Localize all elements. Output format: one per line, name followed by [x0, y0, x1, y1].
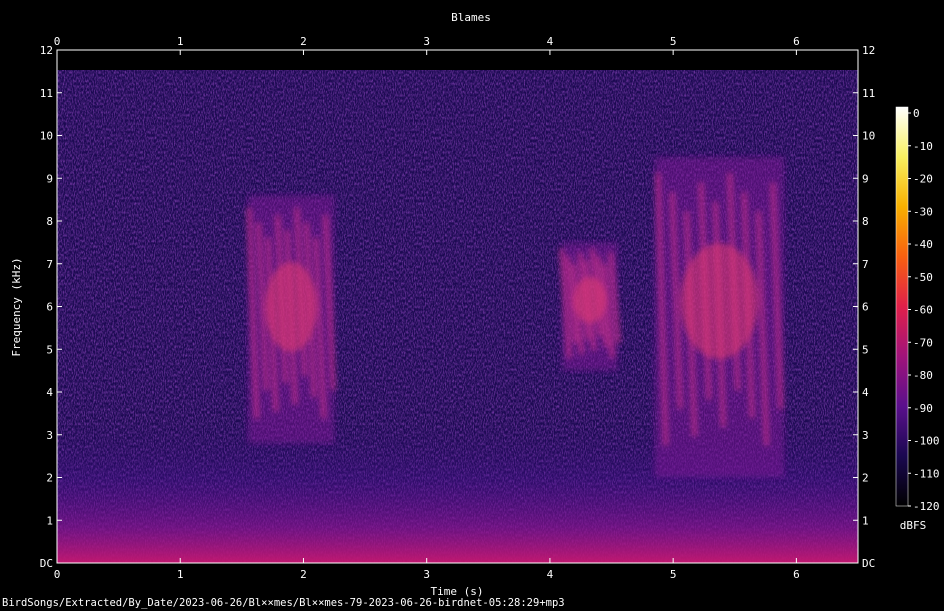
y-tick-label-left: 7 [46, 258, 53, 271]
y-tick-label-right: 12 [862, 44, 875, 57]
x-tick-label-bottom: 6 [793, 568, 800, 581]
y-tick-label-left: 12 [40, 44, 53, 57]
x-tick-label-top: 5 [670, 35, 677, 48]
y-tick-label-left: 11 [40, 87, 53, 100]
spectrogram-chart: 00112233445566 DC DC1 12 23 34 45 56 67 78 89 910 1… [10, 11, 940, 598]
y-tick-label-left: 6 [46, 301, 53, 314]
x-tick-label-top: 6 [793, 35, 800, 48]
colorbar-scale [895, 106, 909, 507]
y-tick-label-left: DC [40, 557, 53, 570]
x-tick-label-top: 3 [423, 35, 430, 48]
call-peak [680, 243, 759, 359]
y-axis-label: Frequency (kHz) [10, 257, 23, 356]
x-tick-label-bottom: 2 [300, 568, 307, 581]
y-tick-label-left: 4 [46, 386, 53, 399]
x-tick-label-top: 4 [547, 35, 554, 48]
call-peak [265, 262, 318, 352]
y-tick-label-right: 5 [862, 343, 869, 356]
chart-title: Blames [451, 11, 491, 24]
y-tick-label-right: 3 [862, 429, 869, 442]
colorbar-ticks: 0 -10 -20 -30 -40 -50 -60 -70 -80 -90 -100 -110 -120 [908, 107, 940, 513]
y-tick-label-right: 11 [862, 87, 875, 100]
colorbar-tick-label: -100 [913, 435, 940, 448]
colorbar-label: dBFS [900, 519, 927, 532]
colorbar-tick-label: 0 [913, 107, 920, 120]
y-tick-label-right: 10 [862, 130, 875, 143]
y-tick-label-left: 8 [46, 215, 53, 228]
y-tick-label-right: 6 [862, 301, 869, 314]
colorbar-tick-label: -110 [913, 467, 940, 480]
x-tick-label-bottom: 1 [177, 568, 184, 581]
y-tick-label-right: DC [862, 557, 875, 570]
colorbar-tick-label: -50 [913, 271, 933, 284]
colorbar-tick-label: -40 [913, 238, 933, 251]
y-tick-label-left: 1 [46, 514, 53, 527]
y-tick-label-left: 10 [40, 130, 53, 143]
y-tick-label-left: 5 [46, 343, 53, 356]
colorbar-tick-label: -80 [913, 369, 933, 382]
colorbar-tick-label: -120 [913, 500, 940, 513]
spectrogram-plot [56, 49, 859, 564]
colorbar-tick-label: -70 [913, 336, 933, 349]
x-tick-label-bottom: 4 [547, 568, 554, 581]
x-tick-label-bottom: 5 [670, 568, 677, 581]
colorbar-tick-label: -20 [913, 173, 933, 186]
y-tick-label-right: 8 [862, 215, 869, 228]
colorbar-tick-label: -60 [913, 304, 933, 317]
y-tick-label-right: 2 [862, 472, 869, 485]
y-tick-label-right: 9 [862, 172, 869, 185]
call-peak [573, 277, 607, 324]
x-tick-label-top: 0 [54, 35, 61, 48]
y-tick-label-left: 9 [46, 172, 53, 185]
file-path: BirdSongs/Extracted/By_Date/2023-06-26/B… [2, 597, 565, 609]
colorbar: 0 -10 -20 -30 -40 -50 -60 -70 -80 -90 -100 -110 -120… [895, 106, 940, 532]
y-tick-label-left: 2 [46, 472, 53, 485]
x-tick-label-bottom: 3 [423, 568, 430, 581]
y-tick-label-right: 4 [862, 386, 869, 399]
x-tick-label-top: 1 [177, 35, 184, 48]
y-tick-label-right: 7 [862, 258, 869, 271]
colorbar-tick-label: -30 [913, 205, 933, 218]
x-tick-label-bottom: 0 [54, 568, 61, 581]
y-tick-label-left: 3 [46, 429, 53, 442]
colorbar-tick-label: -10 [913, 140, 933, 153]
x-tick-label-top: 2 [300, 35, 307, 48]
y-tick-label-right: 1 [862, 514, 869, 527]
colorbar-tick-label: -90 [913, 402, 933, 415]
